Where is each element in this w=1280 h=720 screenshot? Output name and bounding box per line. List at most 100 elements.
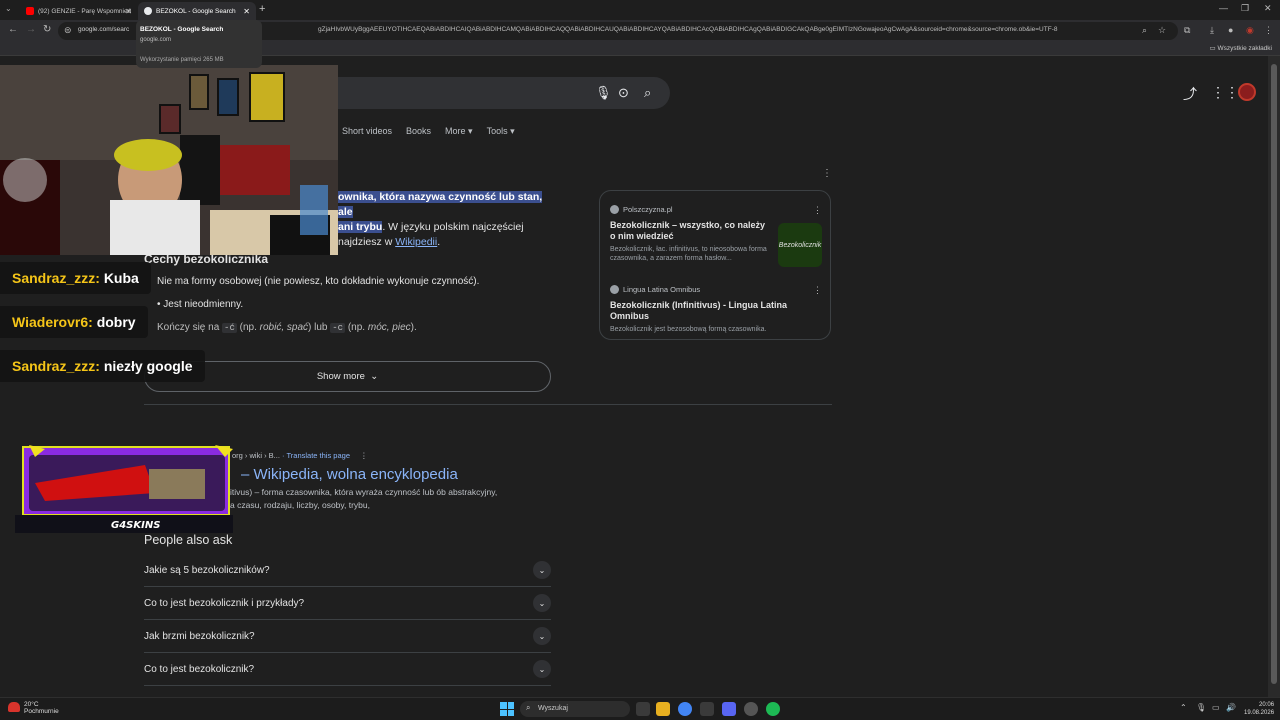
steelseries-icon[interactable] [700, 702, 714, 716]
forward-icon[interactable]: → [26, 24, 36, 35]
show-more-label: Show more [316, 371, 365, 382]
url-query-text: gZjaHIvbWUyBggAEEUYOTIHCAEQABiABDIHCAIQA… [318, 26, 1058, 33]
discord-icon[interactable] [722, 702, 736, 716]
close-tab-icon[interactable]: ✕ [125, 7, 132, 16]
share-icon[interactable]: ⤴ [1183, 84, 1197, 104]
source-snippet: Bezokolicznik, łac. infinitivus, to nieo… [610, 246, 767, 262]
taskbar-search-input[interactable]: ⌕ Wyszukaj [520, 701, 630, 717]
chevron-down-icon: ⌄ [533, 594, 551, 612]
sponsor-graphic: G4SKINS [15, 445, 233, 533]
all-bookmarks-folder[interactable]: ▭ Wszystkie zakładki [1210, 44, 1273, 52]
bookmark-star-icon[interactable]: ☆ [1158, 25, 1166, 36]
paa-question-text: Co to jest bezokolicznik? [144, 663, 255, 675]
tab-more[interactable]: More ▾ [445, 126, 473, 137]
tab-label: BEZOKOL - Google Search [156, 7, 236, 15]
new-tab-button[interactable]: + [259, 3, 265, 15]
monitor-icon[interactable]: ▭ [1212, 703, 1220, 712]
source-card[interactable]: Polszczyzna.pl ⋮ Bezokolicznik – wszystk… [610, 205, 822, 267]
search-icon[interactable]: ⌕ [644, 85, 651, 101]
close-tab-icon[interactable]: ✕ [243, 7, 250, 16]
weather-widget[interactable]: 20°C Pochmurnie [8, 701, 59, 715]
paa-question[interactable]: Jak brzmi bezokolicznik? ⌄ [144, 620, 551, 653]
spotify-icon[interactable] [766, 702, 780, 716]
chevron-down-icon: ⌄ [533, 561, 551, 579]
feature-text: ). [410, 322, 417, 333]
tab-search-icon[interactable]: ⌄ [5, 4, 12, 13]
definition-plain: . W języku polskim najczęściej [382, 221, 524, 233]
microphone-icon[interactable]: 🎙 [1196, 703, 1206, 712]
start-button[interactable] [500, 702, 514, 716]
source-title[interactable]: Bezokolicznik (Infinitivus) - Lingua Lat… [610, 300, 810, 322]
minimize-icon[interactable]: — [1219, 3, 1228, 13]
definition-text: ownika, która nazywa czynność lub stan, … [338, 190, 548, 250]
youtube-favicon-icon [26, 7, 34, 15]
voice-search-icon[interactable]: 🎙 [595, 85, 612, 101]
source-title[interactable]: Bezokolicznik – wszystko, co należy o ni… [610, 220, 770, 242]
feature-item: Nie ma formy osobowej (nie powiesz, kto … [157, 276, 480, 287]
extension-avatar-icon[interactable]: ◉ [1246, 25, 1254, 36]
extensions-icon[interactable]: ⧉ [1184, 25, 1190, 36]
file-explorer-icon[interactable] [656, 702, 670, 716]
close-window-icon[interactable]: ✕ [1264, 3, 1272, 14]
chat-username: Wiaderovr6: [12, 314, 93, 330]
more-options-icon[interactable]: ⋮ [813, 205, 822, 216]
webcam-overlay [0, 65, 338, 255]
source-card[interactable]: Lingua Latina Omnibus ⋮ Bezokolicznik (I… [610, 285, 822, 334]
lens-icon[interactable]: ⊙ [618, 85, 629, 101]
zoom-icon[interactable]: ⌕ [1142, 25, 1147, 36]
download-icon[interactable]: ⤓ [1210, 25, 1214, 36]
obs-icon[interactable] [744, 702, 758, 716]
tab-label: (92) GENZIE - Parę Wspomnień [38, 7, 132, 15]
show-more-button[interactable]: Show more ⌄ [144, 361, 551, 392]
back-icon[interactable]: ← [8, 24, 18, 35]
result-title-link[interactable]: – Wikipedia, wolna encyklopedia [241, 466, 458, 483]
definition-highlight-2: ani trybu [338, 221, 383, 233]
more-options-icon[interactable]: ⋮ [822, 168, 832, 179]
tab-short-videos[interactable]: Short videos [342, 126, 392, 137]
paa-question[interactable]: Co to jest bezokolicznik? ⌄ [144, 653, 551, 686]
profile-icon[interactable]: ● [1228, 25, 1233, 35]
tray-chevron-icon[interactable]: ⌃ [1180, 703, 1187, 712]
translate-link[interactable]: · Translate this page [282, 451, 350, 460]
definition-plain-2: najdziesz w [338, 236, 393, 248]
source-favicon-icon [610, 285, 619, 294]
paa-question[interactable]: Jakie są 5 bezokoliczników? ⌄ [144, 554, 551, 587]
site-info-icon[interactable]: ⊜ [64, 25, 72, 36]
tab-youtube[interactable]: (92) GENZIE - Parę Wspomnień ✕ [20, 2, 138, 20]
apps-grid-icon[interactable]: ⋮⋮ [1211, 84, 1239, 101]
search-input[interactable]: 🎙 ⊙ ⌕ [330, 77, 670, 109]
tab-books[interactable]: Books [406, 126, 431, 137]
feature-item: Kończy się na -ć (np. robić, spać) lub -… [157, 322, 417, 333]
hover-card-title: BEZOKOL - Google Search [140, 26, 224, 33]
chrome-icon[interactable] [678, 702, 692, 716]
sources-panel: Polszczyzna.pl ⋮ Bezokolicznik – wszystk… [599, 190, 831, 340]
more-options-icon[interactable]: ⋮ [360, 451, 368, 460]
hover-card-memory: Wykorzystanie pamięci 265 MB [140, 57, 224, 63]
tab-tools[interactable]: Tools ▾ [487, 126, 515, 137]
tab-hover-card: BEZOKOL - Google Search google.com Wykor… [136, 20, 262, 68]
feature-text: (np. [239, 322, 257, 333]
paa-question[interactable]: Co to jest bezokolicznik i przykłady? ⌄ [144, 587, 551, 620]
source-thumbnail[interactable]: Bezokolicznik [778, 223, 822, 267]
tab-google-search[interactable]: BEZOKOL - Google Search ✕ [138, 2, 256, 20]
taskbar-clock[interactable]: 20:06 19.08.2026 [1244, 701, 1274, 717]
breadcrumb-text: org › wiki › B... [232, 451, 280, 460]
menu-icon[interactable]: ⋮ [1264, 25, 1273, 36]
wikipedia-link[interactable]: Wikipedii [395, 236, 437, 248]
maximize-icon[interactable]: ❐ [1241, 3, 1249, 14]
sponsor-banner: G4SKINS [15, 443, 233, 533]
windows-taskbar: 20°C Pochmurnie ⌕ Wyszukaj ⌃ 🎙 ▭ 🔊 20:06 … [0, 697, 1280, 720]
task-view-icon[interactable] [636, 702, 650, 716]
search-tabs: Short videos Books More ▾ Tools ▾ [342, 126, 515, 137]
volume-icon[interactable]: 🔊 [1226, 703, 1236, 712]
page-scrollbar[interactable] [1268, 56, 1280, 697]
feature-text: Kończy się na [157, 322, 220, 333]
reload-icon[interactable]: ↻ [43, 24, 51, 35]
more-options-icon[interactable]: ⋮ [813, 285, 822, 296]
chevron-down-icon: ⌄ [370, 371, 379, 382]
scrollbar-thumb[interactable] [1271, 64, 1277, 684]
webcam-feed [0, 65, 338, 255]
avatar[interactable] [1238, 83, 1256, 101]
example-text: móc, piec [367, 322, 411, 333]
feature-text: ) lub [308, 322, 328, 333]
